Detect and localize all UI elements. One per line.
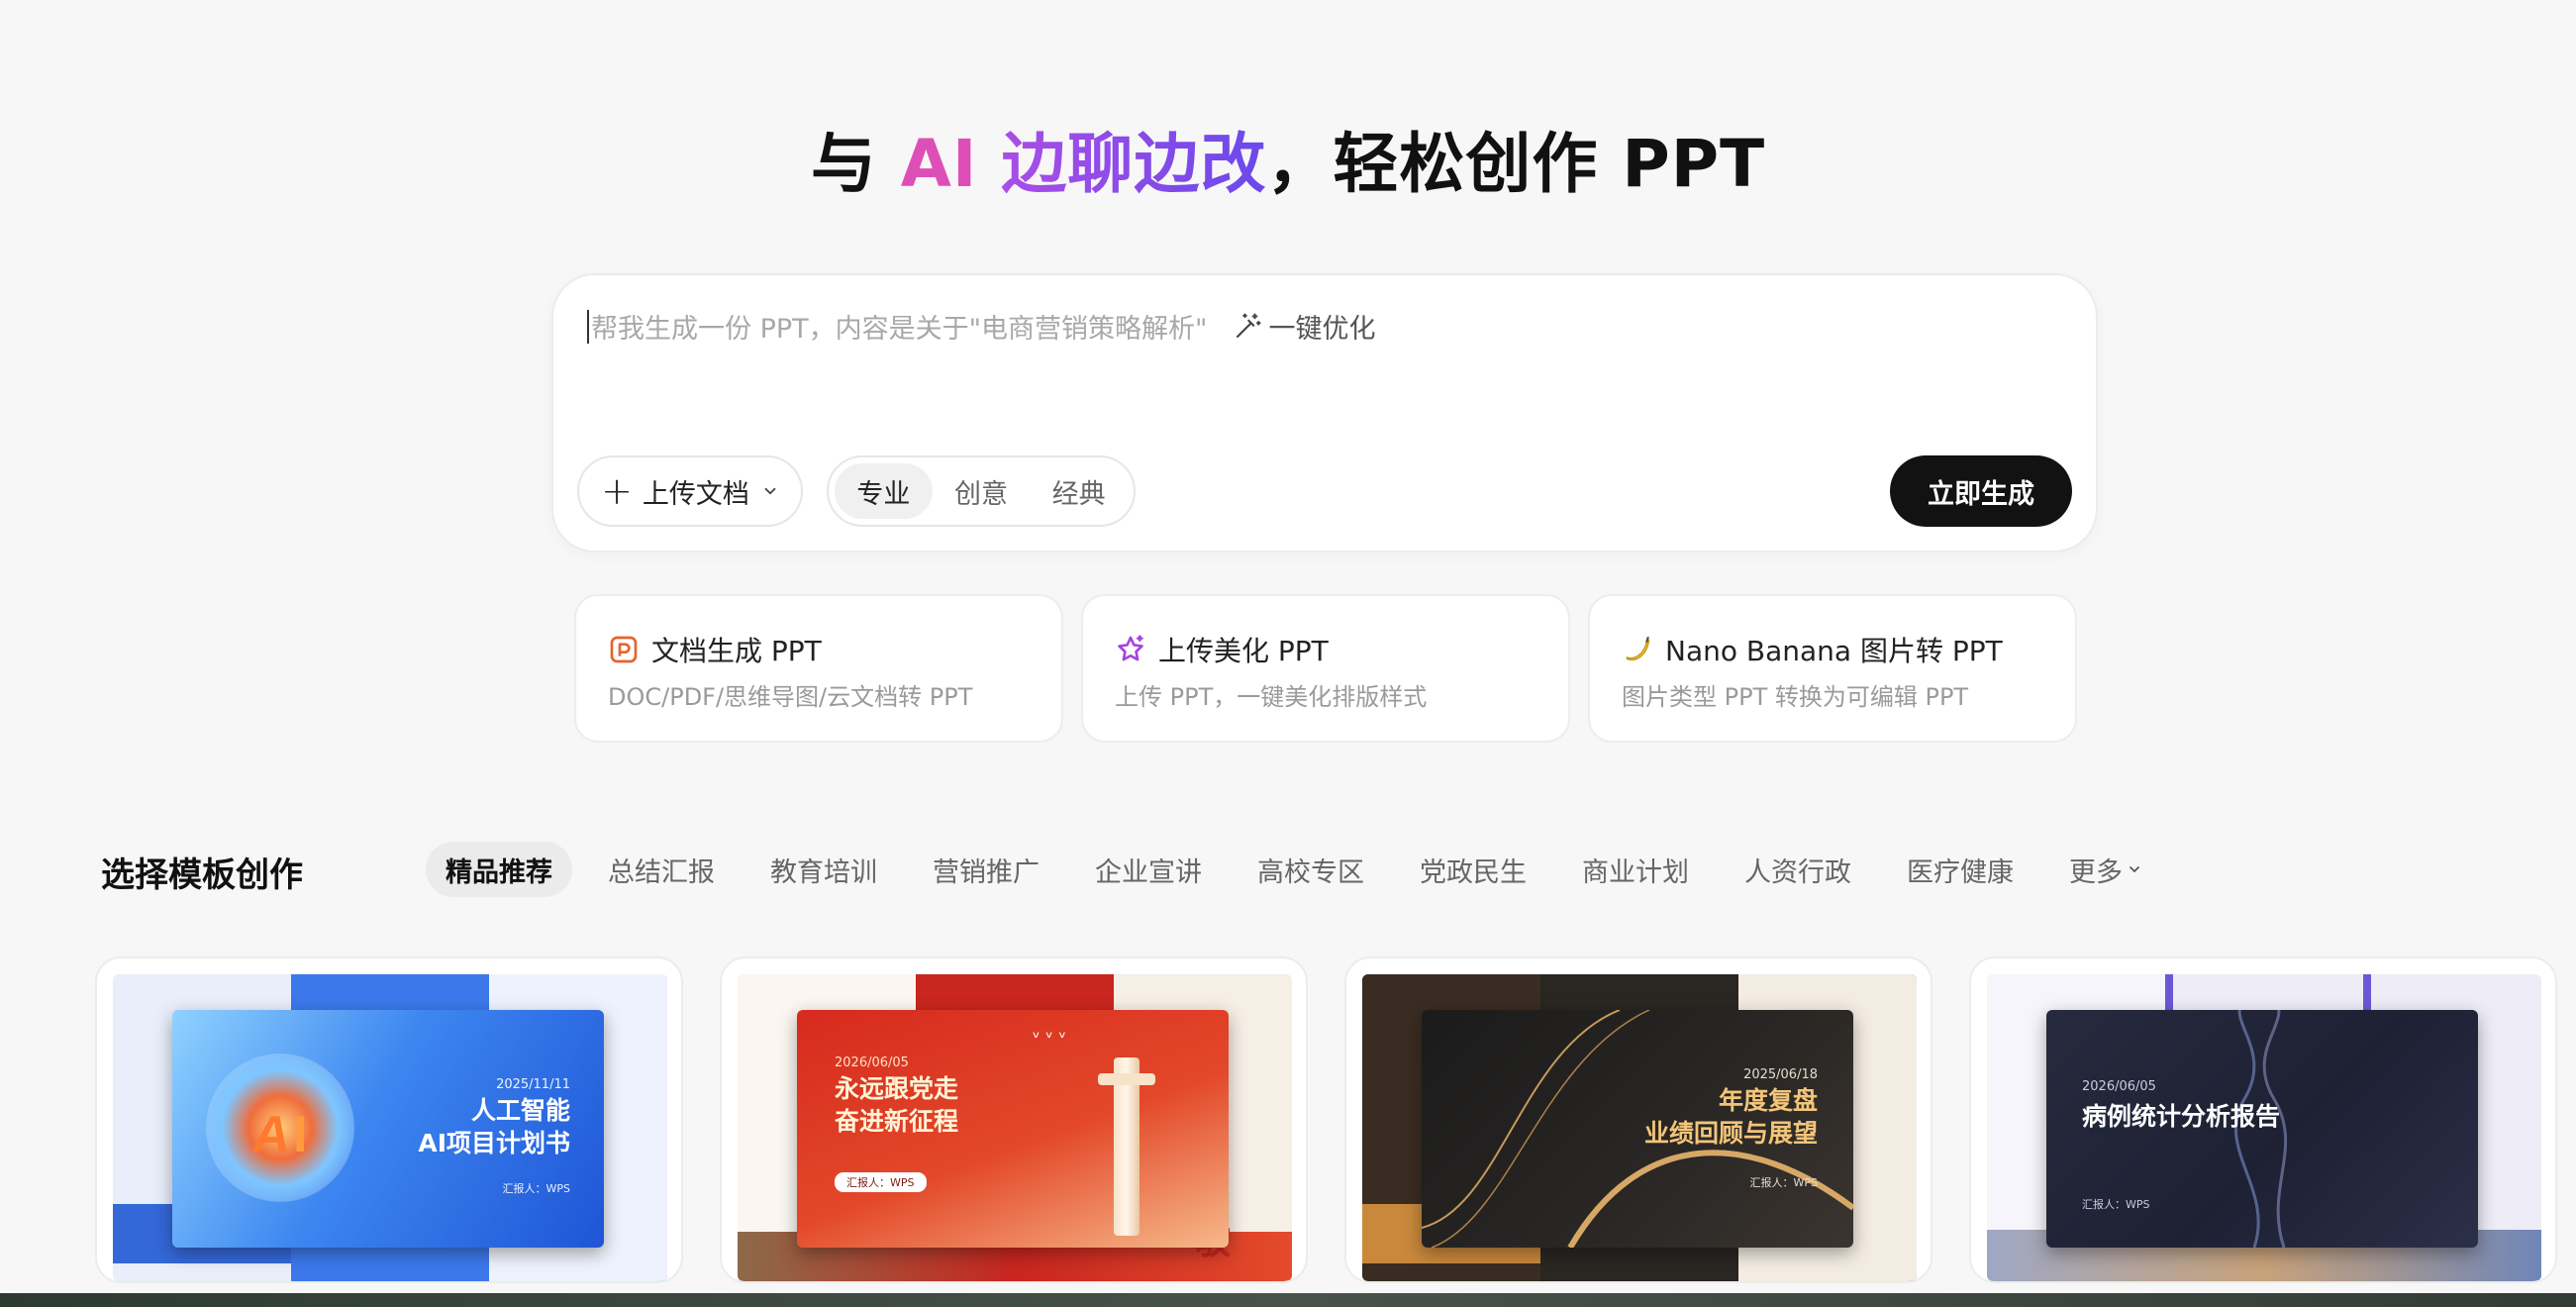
feature-card-doc-to-ppt[interactable]: 文档生成 PPT DOC/PDF/思维导图/云文档转 PPT <box>574 594 1063 743</box>
generate-button[interactable]: 立即生成 <box>1890 455 2072 527</box>
template-title: 人工智能 AI项目计划书 <box>418 1096 570 1157</box>
template-card[interactable]: A I 2025/11/11 人工智能 AI项目计划书 汇报人：WPS <box>95 956 683 1283</box>
feature-card-beautify-ppt[interactable]: 上传美化 PPT 上传 PPT，一键美化排版样式 <box>1081 594 1570 743</box>
tab-summary-report[interactable]: 总结汇报 <box>588 842 735 897</box>
feature-title: 文档生成 PPT <box>651 635 822 667</box>
tab-corporate[interactable]: 企业宣讲 <box>1075 842 1222 897</box>
style-option-creative[interactable]: 创意 <box>933 463 1031 519</box>
prompt-placeholder: 帮我生成一份 PPT，内容是关于"电商营销策略解析" <box>591 314 1208 345</box>
text-caret <box>587 309 589 344</box>
template-date: 2025/11/11 <box>496 1077 570 1092</box>
feature-title: 上传美化 PPT <box>1158 635 1329 667</box>
feature-card-image-to-ppt[interactable]: Nano Banana 图片转 PPT 图片类型 PPT 转换为可编辑 PPT <box>1588 594 2077 743</box>
template-title: 年度复盘 业绩回顾与展望 <box>1643 1086 1818 1148</box>
feature-title: Nano Banana 图片转 PPT <box>1665 635 2003 667</box>
feature-subtitle: 图片类型 PPT 转换为可编辑 PPT <box>1622 683 1969 711</box>
hero-title-highlight: 边聊边改 <box>977 126 1267 202</box>
template-thumbnail: 2025/06/18 年度复盘 业绩回顾与展望 汇报人：WPS <box>1362 974 1917 1281</box>
hero-title-prefix: 与 <box>810 126 901 202</box>
template-date: 2026/06/05 <box>2082 1079 2156 1094</box>
upload-label: 上传文档 <box>642 478 749 510</box>
more-label: 更多 <box>2069 856 2123 888</box>
chevron-down-icon <box>764 487 776 495</box>
template-date: 2026/06/05 <box>835 1056 909 1070</box>
template-card[interactable]: 敬 2026/06/05 永远跟党走 奋进新征程 汇报人：WPS ᵛ ᵛ ᵛ <box>720 956 1308 1283</box>
chevron-down-icon <box>2130 866 2139 873</box>
prompt-input[interactable]: 帮我生成一份 PPT，内容是关于"电商营销策略解析" 一键优化 <box>587 307 1375 346</box>
optimize-label: 一键优化 <box>1268 314 1376 345</box>
hero-title-suffix: ，轻松创作 PPT <box>1266 126 1766 202</box>
dove-icon: ᵛ ᵛ ᵛ <box>1033 1028 1066 1049</box>
optimize-button[interactable]: 一键优化 <box>1233 307 1375 346</box>
template-card[interactable]: 2025/06/18 年度复盘 业绩回顾与展望 汇报人：WPS <box>1344 956 1932 1283</box>
banana-icon <box>1622 634 1653 665</box>
template-thumbnail: 2026/06/05 病例统计分析报告 汇报人：WPS <box>1987 974 2541 1281</box>
tab-university[interactable]: 高校专区 <box>1238 842 1384 897</box>
template-thumbnail: A I 2025/11/11 人工智能 AI项目计划书 汇报人：WPS <box>113 974 667 1281</box>
template-reporter: 汇报人：WPS <box>1749 1176 1819 1189</box>
section-title: 选择模板创作 <box>101 855 303 895</box>
magic-wand-icon <box>1237 312 1262 338</box>
tab-business-plan[interactable]: 商业计划 <box>1562 842 1709 897</box>
template-card[interactable]: 2026/06/05 病例统计分析报告 汇报人：WPS <box>1969 956 2557 1283</box>
window-bottom-edge <box>0 1293 2576 1307</box>
style-selector: 专业 创意 经典 <box>827 455 1136 527</box>
feature-subtitle: DOC/PDF/思维导图/云文档转 PPT <box>608 683 973 711</box>
template-thumbnail: 敬 2026/06/05 永远跟党走 奋进新征程 汇报人：WPS ᵛ ᵛ ᵛ <box>738 974 1292 1281</box>
tab-education[interactable]: 教育培训 <box>750 842 897 897</box>
tab-healthcare[interactable]: 医疗健康 <box>1887 842 2033 897</box>
style-option-professional[interactable]: 专业 <box>835 463 933 519</box>
template-reporter: 汇报人：WPS <box>2082 1198 2150 1211</box>
sparkle-star-icon <box>1115 634 1146 665</box>
tab-government[interactable]: 党政民生 <box>1400 842 1546 897</box>
plus-icon: + <box>601 469 633 513</box>
template-title: 病例统计分析报告 <box>2082 1102 2281 1131</box>
tab-more[interactable]: 更多 <box>2049 842 2162 897</box>
tab-hr-admin[interactable]: 人资行政 <box>1725 842 1871 897</box>
tab-marketing[interactable]: 营销推广 <box>913 842 1059 897</box>
template-reporter: 汇报人：WPS <box>835 1172 927 1192</box>
document-ppt-icon <box>608 634 640 665</box>
hero-title: 与 AI 边聊边改，轻松创作 PPT <box>0 111 2576 206</box>
upload-document-button[interactable]: + 上传文档 <box>577 455 803 527</box>
category-tabs: 精品推荐 总结汇报 教育培训 营销推广 企业宣讲 高校专区 党政民生 商业计划 … <box>426 842 2178 897</box>
style-option-classic[interactable]: 经典 <box>1030 463 1128 519</box>
template-date: 2025/06/18 <box>1743 1067 1818 1082</box>
prompt-box: 帮我生成一份 PPT，内容是关于"电商营销策略解析" 一键优化 + 上传文档 专… <box>551 273 2098 553</box>
template-reporter: 汇报人：WPS <box>502 1182 571 1195</box>
feature-subtitle: 上传 PPT，一键美化排版样式 <box>1115 683 1428 711</box>
tab-featured[interactable]: 精品推荐 <box>426 842 572 897</box>
template-title: 永远跟党走 奋进新征程 <box>835 1074 959 1136</box>
hero-title-ai: AI <box>900 126 978 202</box>
